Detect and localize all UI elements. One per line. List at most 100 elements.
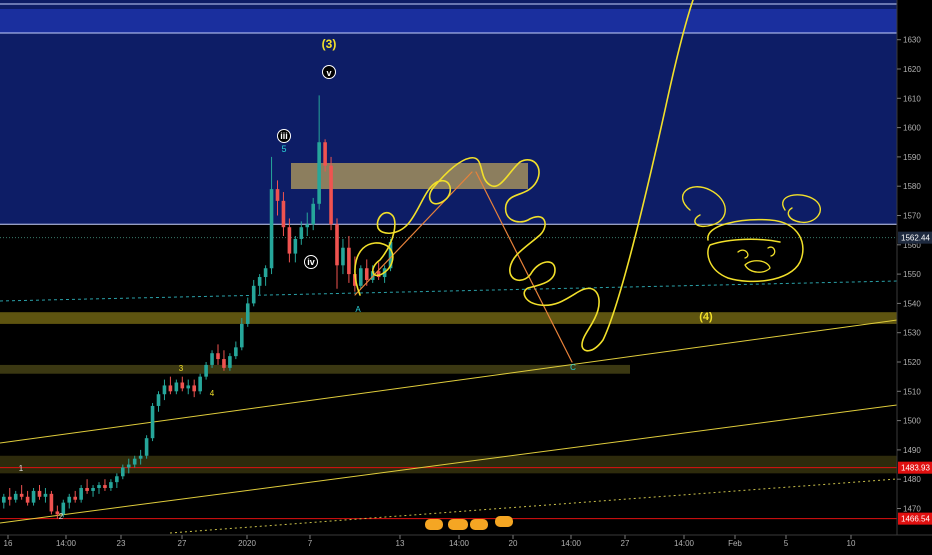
y-tick-label: 1620 (903, 65, 921, 74)
wave-label-small-3: 3 (179, 364, 184, 373)
candle-body (7, 496, 12, 500)
candle-body (132, 458, 137, 465)
y-tick-label: 1530 (903, 329, 921, 338)
candle-body (103, 485, 107, 488)
y-tick-label: 1490 (903, 446, 921, 455)
x-tick-label: 5 (784, 539, 789, 548)
candle-body (281, 200, 286, 228)
event-marker-icon (448, 519, 468, 530)
candle-body (150, 405, 155, 439)
x-tick-label: 27 (178, 539, 187, 548)
x-tick-label: 7 (308, 539, 313, 548)
candle-body (174, 382, 179, 392)
x-tick-label: 14:00 (449, 539, 470, 548)
supply-zone-top-band (0, 9, 897, 33)
candle-body (126, 464, 131, 468)
candle-body (180, 382, 185, 389)
candle-body (91, 487, 95, 491)
candle-body (245, 303, 250, 324)
candle-body (335, 224, 339, 266)
y-tick-label: 1540 (903, 299, 921, 308)
y-tick-label: 1570 (903, 212, 921, 221)
wave-label-small-4: 4 (210, 389, 215, 398)
x-tick-label: 10 (847, 539, 856, 548)
candle-body (49, 493, 54, 512)
candle-body (162, 385, 167, 395)
x-tick-label: 14:00 (674, 539, 695, 548)
candle-body (263, 268, 268, 278)
wave-label-5: 5 (281, 144, 286, 154)
x-tick-label: 27 (621, 539, 630, 548)
y-tick-label: 1510 (903, 387, 921, 396)
candle-body (222, 359, 226, 368)
candle-body (192, 385, 196, 392)
x-tick-label: 23 (117, 539, 126, 548)
candle-body (97, 485, 101, 488)
candle-body (31, 490, 36, 503)
y-tick-label: 1500 (903, 417, 921, 426)
candle-body (168, 385, 173, 392)
candle-body (13, 493, 18, 500)
price-label: 1483.93 (901, 464, 930, 473)
candle-body (2, 496, 6, 503)
support-band (0, 312, 897, 324)
event-marker-icon (425, 519, 443, 530)
candle-body (257, 277, 262, 286)
candle-body (228, 356, 232, 368)
y-tick-label: 1580 (903, 182, 921, 191)
y-tick-label: 1550 (903, 270, 921, 279)
price-label: 1466.54 (901, 515, 930, 524)
wave-label-small-1: 1 (19, 464, 24, 473)
wave-label-small-2: 2 (59, 512, 64, 521)
candle-body (79, 487, 83, 500)
y-tick-label: 1520 (903, 358, 921, 367)
wave-label-A: A (355, 305, 361, 314)
wave-label-C: C (570, 363, 576, 372)
candle-body (329, 165, 333, 225)
candle-body (269, 189, 274, 269)
price-label: 1562.44 (901, 234, 930, 243)
candle-body (347, 247, 351, 275)
candle-body (364, 268, 369, 280)
candle-body (216, 353, 220, 360)
candle-body (204, 364, 208, 377)
wave-label-iii: iii (280, 131, 288, 141)
y-tick-label: 1480 (903, 475, 921, 484)
candle-body (25, 496, 30, 503)
x-tick-label: 16 (4, 539, 13, 548)
wave-label-iv: iv (307, 257, 315, 267)
x-tick-label: 13 (396, 539, 405, 548)
x-tick-label: 20 (509, 539, 518, 548)
x-tick-label: Feb (728, 539, 742, 548)
candle-body (67, 496, 72, 503)
y-tick-label: 1630 (903, 36, 921, 45)
resistance-box (291, 163, 528, 189)
candle-body (144, 438, 149, 456)
x-tick-label: 2020 (238, 539, 256, 548)
candle-body (156, 394, 161, 406)
candle-body (287, 227, 292, 254)
wave-label-v: v (326, 68, 331, 78)
y-tick-label: 1470 (903, 505, 921, 514)
candle-body (109, 482, 113, 488)
y-tick-label: 1590 (903, 153, 921, 162)
candle-body (311, 203, 315, 225)
event-marker-icon (470, 519, 488, 530)
candle-body (43, 493, 48, 497)
candle-body (210, 353, 214, 365)
candle-body (115, 476, 119, 483)
candle-body (305, 224, 310, 228)
supply-zone (0, 0, 897, 225)
candle-body (299, 227, 304, 239)
candle-body (275, 189, 280, 201)
event-marker-icon (495, 516, 513, 527)
candle-body (251, 285, 256, 304)
candle-body (341, 247, 345, 266)
candle-body (293, 238, 298, 254)
wave-label-3: (3) (322, 37, 337, 51)
chart: (3) v iii iv 5 (4) 3 4 1 2 A C 1470 1480 1… (0, 0, 932, 550)
candle-body (73, 496, 77, 500)
candle-body (121, 467, 125, 477)
candle-body (19, 493, 24, 497)
candle-body (138, 455, 143, 459)
